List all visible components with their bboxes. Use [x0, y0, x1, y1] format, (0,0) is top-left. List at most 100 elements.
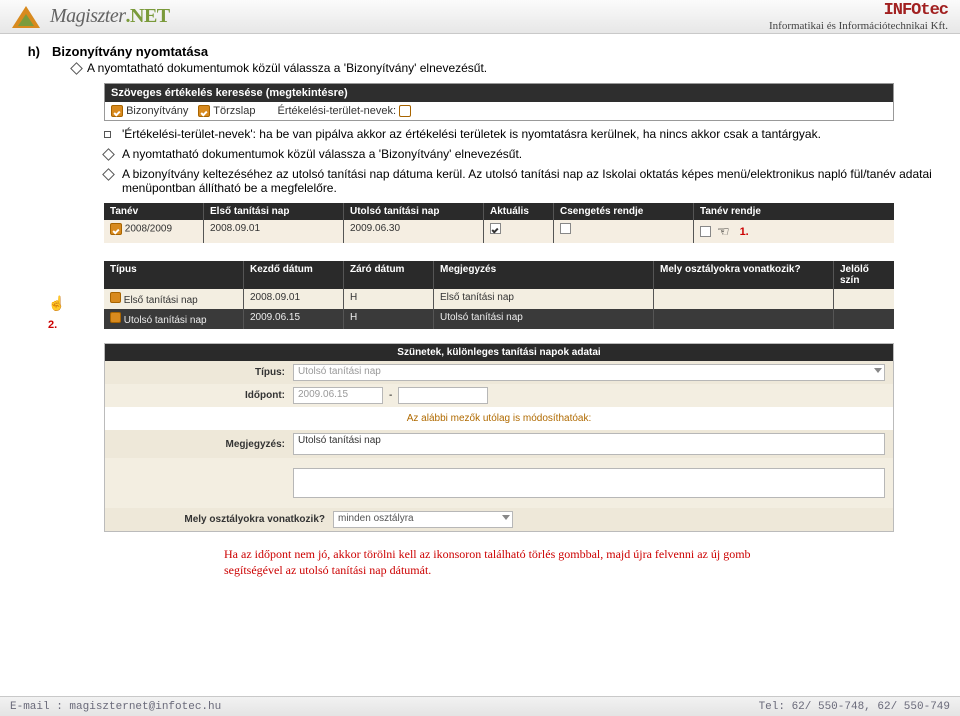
square-bullet-icon: [104, 131, 111, 138]
screenshot-search-panel: Szöveges értékelés keresése (megtekintés…: [104, 83, 894, 121]
checkbox-on-icon[interactable]: [111, 105, 123, 117]
col-head: Utolsó tanítási nap: [344, 203, 484, 220]
checkbox-on-icon[interactable]: [198, 105, 210, 117]
panel-options: Bizonyítvány Törzslap Értékelési-terület…: [105, 102, 893, 120]
input-megjegyzes[interactable]: Utolsó tanítási nap: [293, 433, 885, 455]
cell-elso: 2008.09.01: [204, 220, 344, 243]
option-ert-terulet[interactable]: Értékelési-terület-nevek:: [277, 105, 411, 117]
cell-szin: [834, 289, 884, 309]
panel-title: Szöveges értékelés keresése (megtekintés…: [105, 84, 893, 102]
bullet-list: 'Értékelési-terület-nevek': ha be van pi…: [104, 127, 936, 195]
document-body: h) Bizonyítvány nyomtatása A nyomtatható…: [0, 34, 960, 578]
bullet-item: A nyomtatható dokumentumok közül válassz…: [104, 147, 936, 161]
screenshot-year-table: Tanév Első tanítási nap Utolsó tanítási …: [104, 203, 894, 243]
cell-tanevrendje: ☜1.: [694, 220, 814, 243]
footer-email: E-mail : magiszternet@infotec.hu: [10, 701, 221, 713]
cell-utolso: 2009.06.30: [344, 220, 484, 243]
section-intro: A nyomtatható dokumentumok közül válassz…: [72, 61, 936, 75]
form-row-idopont: Időpont: 2009.06.15 -: [105, 384, 893, 407]
cell-szin: [834, 309, 884, 329]
cell-kezdo: 2008.09.01: [244, 289, 344, 309]
cell-megjegyzes: Utolsó tanítási nap: [434, 309, 654, 329]
opt1-label: Bizonyítvány: [126, 105, 188, 117]
checkbox-off-icon[interactable]: [700, 226, 711, 237]
chevron-down-icon: [502, 515, 510, 520]
brand-main: Magiszter: [50, 5, 126, 27]
diamond-bullet-icon: [102, 169, 115, 182]
section-marker: h): [24, 44, 40, 59]
intro-text: A nyomtatható dokumentumok közül válassz…: [87, 61, 487, 75]
col-head: Aktuális: [484, 203, 554, 220]
select-tipus[interactable]: Utolsó tanítási nap: [293, 364, 885, 381]
option-torzslap[interactable]: Törzslap: [198, 105, 255, 117]
cell-osztalyok: [654, 289, 834, 309]
col-head: Záró dátum: [344, 261, 434, 289]
col-head: Első tanítási nap: [204, 203, 344, 220]
date-separator: -: [389, 390, 392, 401]
select-value: Utolsó tanítási nap: [298, 366, 381, 377]
input-value: Utolsó tanítási nap: [298, 435, 381, 446]
option-bizonyitvany[interactable]: Bizonyítvány: [111, 105, 188, 117]
diamond-bullet-icon: [70, 62, 83, 75]
table-header: Típus Kezdő dátum Záró dátum Megjegyzés …: [104, 261, 894, 289]
table-header: Tanév Első tanítási nap Utolsó tanítási …: [104, 203, 894, 220]
row-checkbox-icon[interactable]: [110, 312, 121, 323]
annotation-pointer: ☝: [48, 295, 65, 312]
cell-tanev: 2008/2009: [125, 224, 172, 235]
opt3-label: Értékelési-terület-nevek:: [277, 105, 396, 117]
checkbox-on-icon[interactable]: [490, 223, 501, 234]
page-header: Magiszter.NET INFOtec Informatikai és In…: [0, 0, 960, 34]
brand-block: Magiszter.NET: [12, 5, 170, 28]
section-heading: h) Bizonyítvány nyomtatása: [24, 44, 936, 59]
screenshot-days-table: Típus Kezdő dátum Záró dátum Megjegyzés …: [104, 261, 894, 329]
cell-tipus: Utolsó tanítási nap: [124, 315, 207, 326]
row-checkbox-icon[interactable]: [110, 223, 122, 235]
pointer-hand-icon: ☜: [717, 223, 730, 240]
diamond-bullet-icon: [102, 149, 115, 162]
bullet-text: A bizonyítvány keltezéséhez az utolsó ta…: [122, 167, 936, 195]
table-row[interactable]: Utolsó tanítási nap 2009.06.15 H Utolsó …: [104, 309, 894, 329]
form-row-megjegyzes: Megjegyzés: Utolsó tanítási nap: [105, 430, 893, 458]
bullet-text: 'Értékelési-terület-nevek': ha be van pi…: [122, 127, 821, 141]
form-row-textarea: [105, 458, 893, 508]
brand-suffix: .NET: [126, 5, 170, 27]
col-head: Kezdő dátum: [244, 261, 344, 289]
col-head: Típus: [104, 261, 244, 289]
checkbox-off-icon[interactable]: [560, 223, 571, 234]
input-date-from[interactable]: 2009.06.15: [293, 387, 383, 404]
bullet-text: A nyomtatható dokumentumok közül válassz…: [122, 147, 522, 161]
company-block: INFOtec Informatikai és Információtechni…: [769, 1, 948, 32]
screenshot-form-panel: Szünetek, különleges tanítási napok adat…: [104, 343, 894, 532]
cell-kezdo: 2009.06.15: [244, 309, 344, 329]
col-head: Megjegyzés: [434, 261, 654, 289]
red-warning-note: Ha az időpont nem jó, akkor törölni kell…: [224, 546, 764, 578]
col-head: Csengetés rendje: [554, 203, 694, 220]
cell-zaro: H: [344, 309, 434, 329]
form-note: Az alábbi mezők utólag is módosíthatóak:: [105, 407, 893, 430]
page-footer: E-mail : magiszternet@infotec.hu Tel: 62…: [0, 696, 960, 716]
table-row[interactable]: Első tanítási nap 2008.09.01 H Első taní…: [104, 289, 894, 309]
checkbox-off-icon[interactable]: [399, 105, 411, 117]
bullet-item: A bizonyítvány keltezéséhez az utolsó ta…: [104, 167, 936, 195]
cell-csengetes: [554, 220, 694, 243]
col-head: Mely osztályokra vonatkozik?: [654, 261, 834, 289]
footer-tel: Tel: 62/ 550-748, 62/ 550-749: [759, 701, 950, 713]
row-checkbox-icon[interactable]: [110, 292, 121, 303]
annotation-2: 2.: [48, 319, 57, 331]
logo-icon: [12, 6, 40, 28]
table-row[interactable]: 2008/2009 2008.09.01 2009.06.30 ☜1.: [104, 220, 894, 243]
label-megjegyzes: Megjegyzés:: [113, 439, 293, 450]
form-row-osztalyok: Mely osztályokra vonatkozik? minden oszt…: [105, 508, 893, 531]
label-idopont: Időpont:: [113, 390, 293, 401]
form-row-tipus: Típus: Utolsó tanítási nap: [105, 361, 893, 384]
input-date-to[interactable]: [398, 387, 488, 404]
chevron-down-icon: [874, 368, 882, 373]
textarea-extra[interactable]: [293, 468, 885, 498]
panel-title: Szünetek, különleges tanítási napok adat…: [105, 344, 893, 361]
select-osztalyok[interactable]: minden osztályra: [333, 511, 513, 528]
company-subtitle: Informatikai és Információtechnikai Kft.: [769, 20, 948, 32]
bullet-item: 'Értékelési-terület-nevek': ha be van pi…: [104, 127, 936, 141]
company-badge: INFOtec: [769, 1, 948, 20]
cell-megjegyzes: Első tanítási nap: [434, 289, 654, 309]
cell-aktualis: [484, 220, 554, 243]
